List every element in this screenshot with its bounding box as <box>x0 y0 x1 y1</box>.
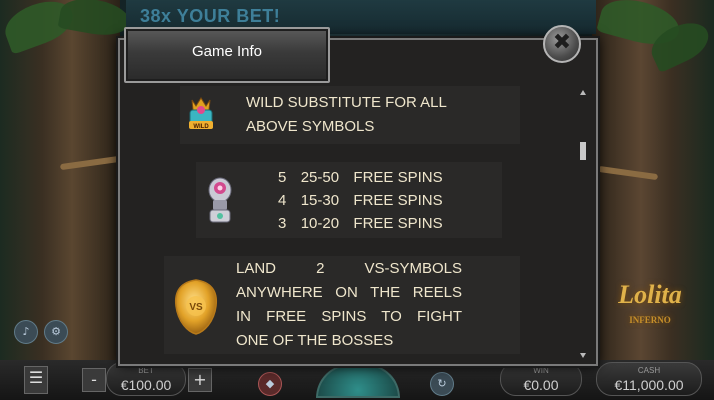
bonus-word-count: 2 <box>316 260 325 277</box>
svg-text:WILD: WILD <box>193 124 209 130</box>
bet-plus-button[interactable]: + <box>188 368 212 392</box>
spins-range: 25-50 <box>300 169 340 186</box>
win-banner-text: 38x YOUR BET! <box>140 6 281 26</box>
spins-label: FREE SPINS <box>353 192 443 209</box>
wild-symbol-icon: WILD <box>189 97 213 130</box>
sound-icon[interactable]: ♪ <box>14 320 38 344</box>
bonus-text-line3: IN FREE SPINS TO FIGHT <box>236 308 462 325</box>
bet-minus-button[interactable]: - <box>82 368 106 392</box>
win-value: €0.00 <box>523 377 559 393</box>
svg-text:VS: VS <box>189 302 203 313</box>
bet-display: BET €100.00 <box>106 362 186 396</box>
cash-value: €11,000.00 <box>614 377 684 393</box>
symbol-count: 4 <box>278 192 287 209</box>
bonus-word-symbols: VS-SYMBOLS <box>364 260 462 277</box>
spins-range: 15-30 <box>300 192 340 209</box>
spins-label: FREE SPINS <box>353 215 443 232</box>
dialog-title: Game Info <box>191 43 263 60</box>
scroll-thumb[interactable] <box>580 142 586 160</box>
bonus-text-line4: ONE OF THE BOSSES <box>236 332 394 349</box>
scroll-up-arrow-icon[interactable] <box>580 90 586 95</box>
game-logo: Lolita INFERNO <box>600 275 700 339</box>
menu-icon[interactable]: ☰ <box>24 366 48 394</box>
close-x-icon[interactable]: ✖ <box>543 25 581 63</box>
logo-title: Lolita <box>618 280 682 309</box>
free-spins-row-5: 5 25-50 FREE SPINS <box>278 167 443 189</box>
bonus-word-land: LAND <box>236 260 277 277</box>
jungle-right-decoration <box>592 0 714 400</box>
scroll-down-arrow-icon[interactable] <box>580 353 586 358</box>
wild-text-line2: ABOVE SYMBOLS <box>246 118 375 135</box>
bonus-text-line2: ANYWHERE ON THE REELS <box>236 284 462 301</box>
win-label: WIN <box>533 366 549 375</box>
logo-subtitle: INFERNO <box>629 315 671 325</box>
autoplay-icon[interactable]: ↻ <box>430 372 454 396</box>
dialog-scrollbar[interactable] <box>580 90 586 358</box>
vs-skull-symbol-icon <box>208 177 232 223</box>
free-spins-row-4: 4 15-30 FREE SPINS <box>278 190 443 212</box>
vs-badge-symbol-icon: VS <box>174 279 218 335</box>
bet-label: BET <box>138 366 154 375</box>
symbol-count: 3 <box>278 215 287 232</box>
cash-display: CASH €11,000.00 <box>596 362 702 396</box>
win-display: WIN €0.00 <box>500 362 582 396</box>
spins-range: 10-20 <box>300 215 340 232</box>
bonus-text-line1: LAND 2 VS-SYMBOLS <box>236 258 462 280</box>
spins-label: FREE SPINS <box>353 169 443 186</box>
free-spins-row-3: 3 10-20 FREE SPINS <box>278 213 443 235</box>
max-bet-icon[interactable]: ◆ <box>258 372 282 396</box>
cash-label: CASH <box>637 366 661 375</box>
symbol-count: 5 <box>278 169 287 186</box>
bet-value: €100.00 <box>120 377 172 393</box>
settings-icon[interactable]: ⚙ <box>44 320 68 344</box>
dialog-title-tab: Game Info <box>124 27 330 83</box>
wild-text-line1: WILD SUBSTITUTE FOR ALL <box>246 94 447 111</box>
